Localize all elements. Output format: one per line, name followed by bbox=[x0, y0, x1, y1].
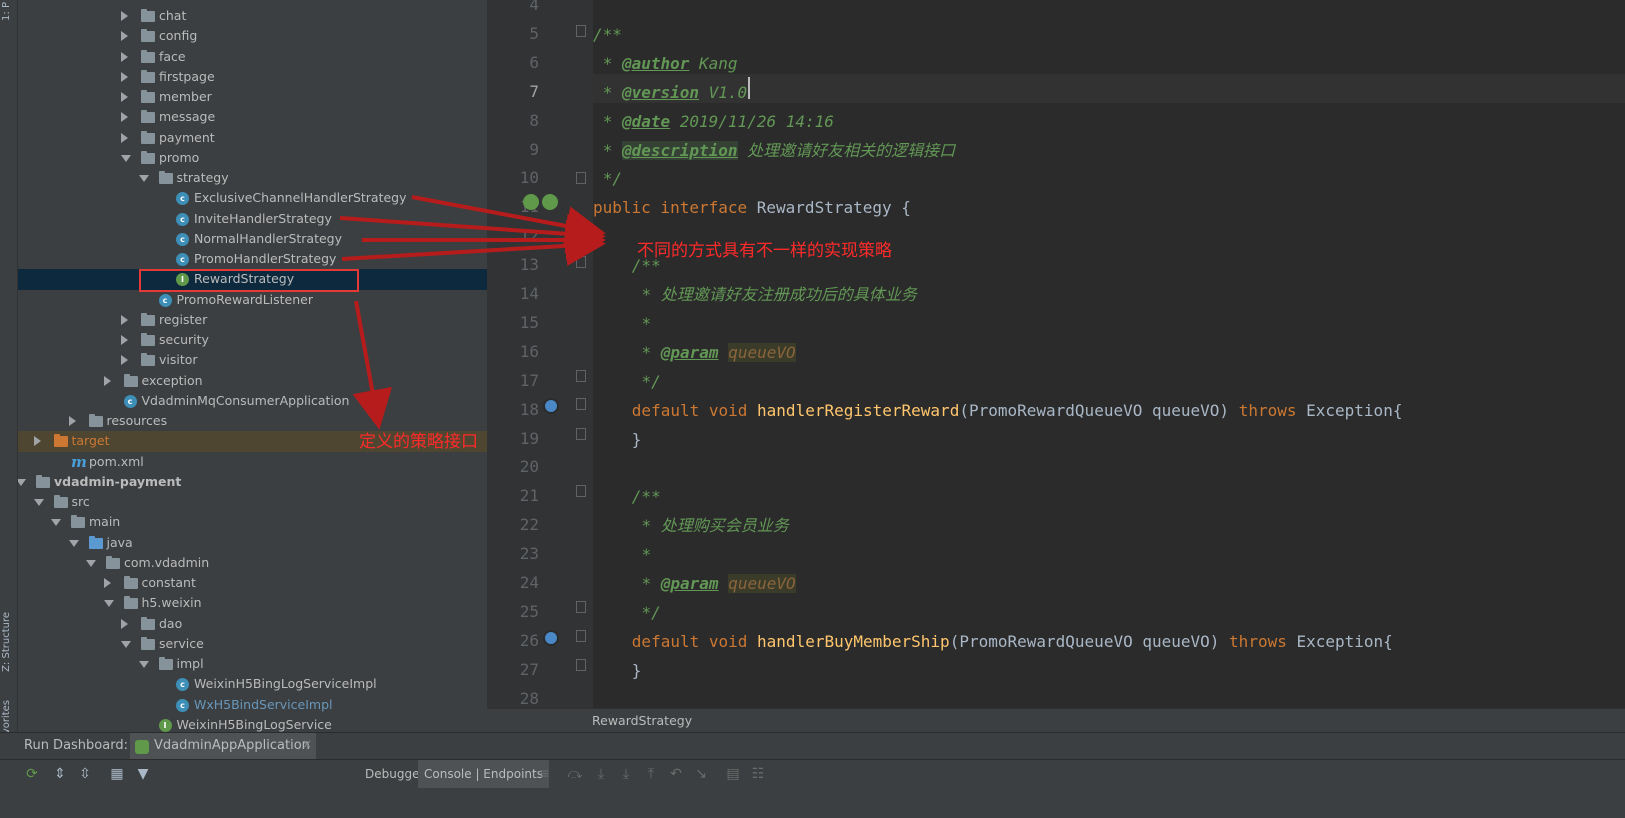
selection-highlight-box bbox=[139, 269, 359, 292]
arrow-invite bbox=[339, 213, 606, 254]
arrow-interface bbox=[352, 300, 392, 430]
strategy-note: 不同的方式具有不一样的实现策略 bbox=[637, 241, 892, 261]
annotation-arrows bbox=[339, 195, 606, 430]
arrow-promo bbox=[341, 225, 606, 266]
interface-note: 定义的策略接口 bbox=[359, 432, 478, 452]
